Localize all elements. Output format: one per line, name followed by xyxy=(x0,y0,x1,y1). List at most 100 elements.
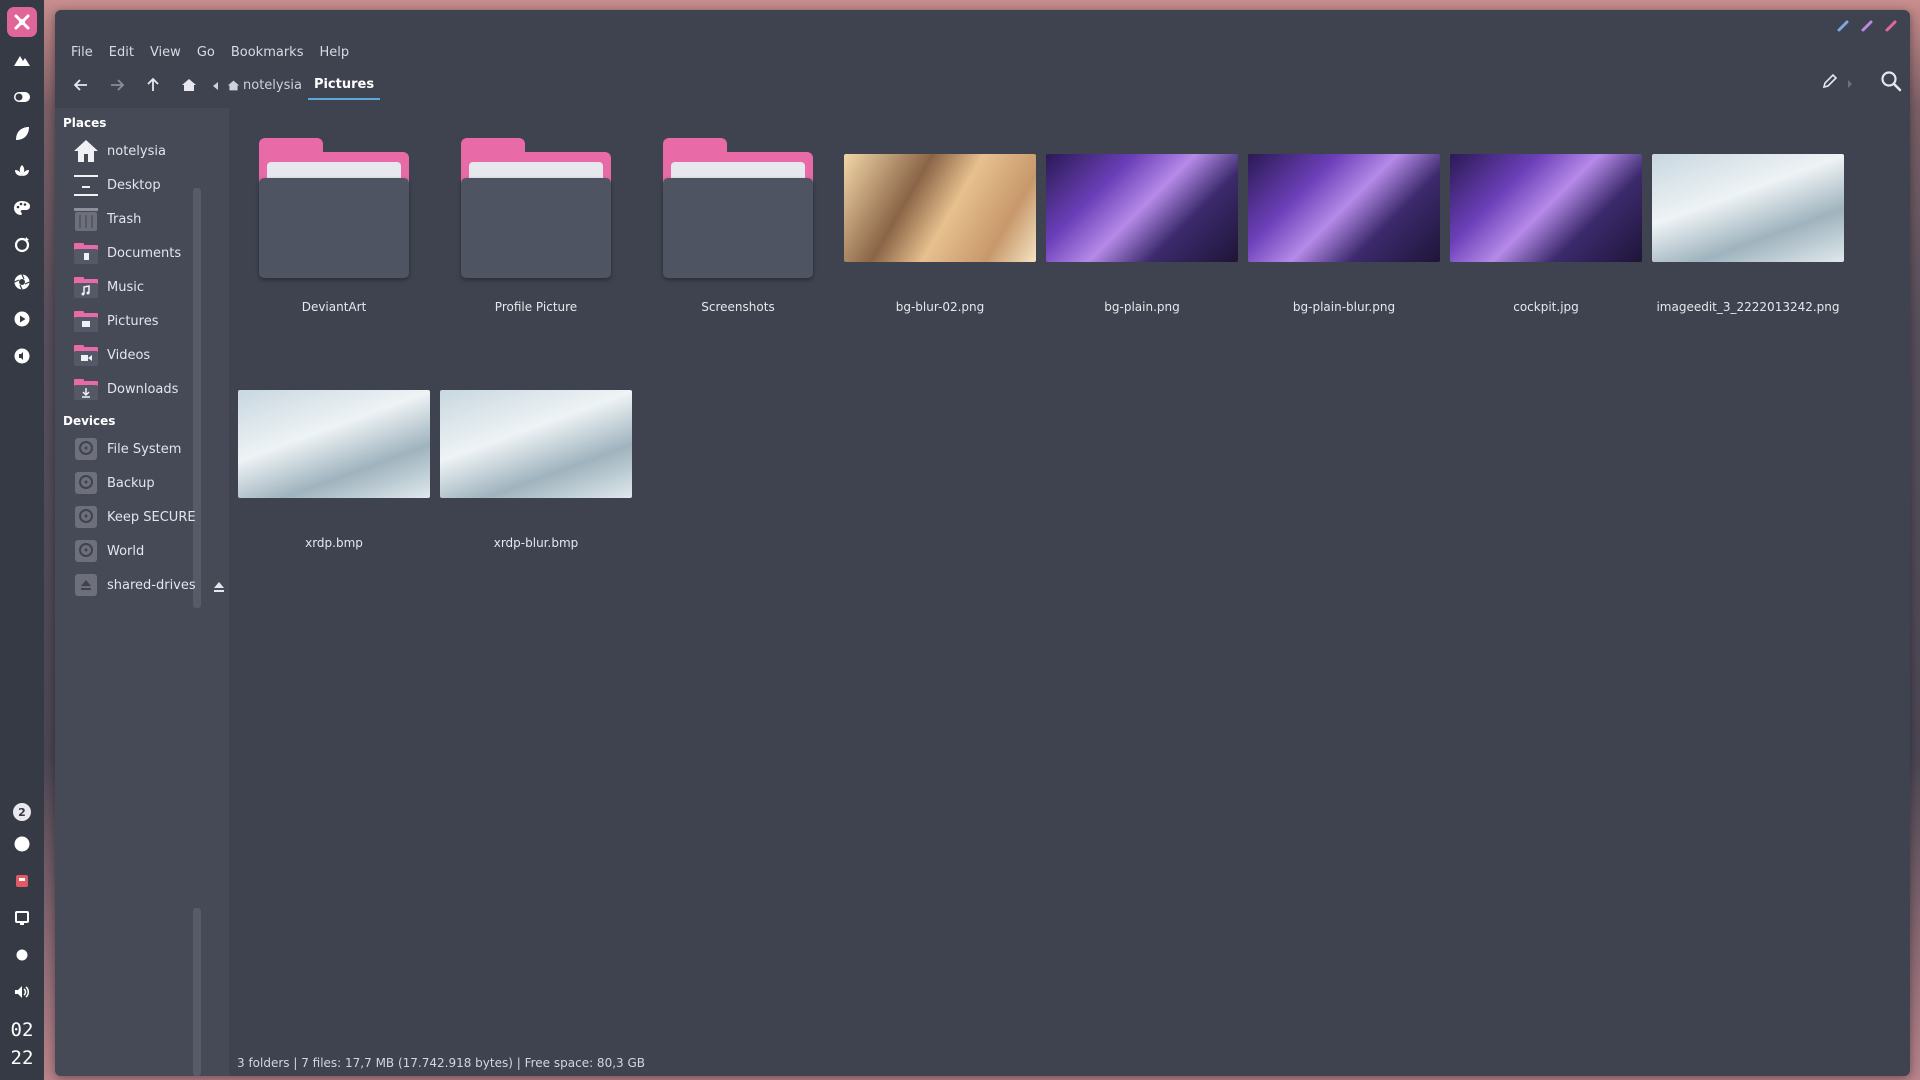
toolbar: notelysia Pictures xyxy=(55,64,1910,106)
sidebar-item-shared-drives[interactable]: shared-drives xyxy=(55,568,229,602)
file-item-image[interactable]: xrdp-blur.bmp xyxy=(439,364,633,584)
volume-icon[interactable] xyxy=(8,978,36,1006)
leaf-icon[interactable] xyxy=(8,120,36,148)
maximize-icon[interactable] xyxy=(1860,18,1874,32)
menu-edit[interactable]: Edit xyxy=(101,45,142,60)
home-icon xyxy=(73,138,99,164)
menu-view[interactable]: View xyxy=(142,45,189,60)
monitor-icon[interactable] xyxy=(8,904,36,932)
sidebar-item-home[interactable]: notelysia xyxy=(55,134,229,168)
sidebar-item-label: Pictures xyxy=(107,313,159,329)
sidebar-item-label: Videos xyxy=(107,347,151,363)
sidebar-item-backup[interactable]: Backup xyxy=(55,466,229,500)
sidebar-item-downloads[interactable]: Downloads xyxy=(55,372,229,406)
titlebar[interactable] xyxy=(55,10,1910,40)
image-thumbnail xyxy=(1046,154,1238,262)
tray-app-icon[interactable] xyxy=(8,867,36,895)
file-item-folder[interactable]: Profile Picture xyxy=(439,128,633,348)
menu-help[interactable]: Help xyxy=(311,45,357,60)
menu-file[interactable]: File xyxy=(63,45,101,60)
eject-icon[interactable] xyxy=(213,578,225,592)
breadcrumb-left-arrow-icon[interactable] xyxy=(211,76,221,95)
file-item-folder[interactable]: Screenshots xyxy=(641,128,835,348)
sidebar-item-documents[interactable]: Documents xyxy=(55,236,229,270)
sidebar-item-world[interactable]: World xyxy=(55,534,229,568)
file-name: Profile Picture xyxy=(494,300,578,314)
downloads-folder-icon xyxy=(73,376,99,402)
file-name: Screenshots xyxy=(701,300,775,314)
sidebar-item-label: Keep SECURE xyxy=(107,509,196,525)
dot-icon[interactable] xyxy=(8,941,36,969)
sidebar-item-label: Music xyxy=(107,279,144,295)
sidebar-item-keep-secure[interactable]: Keep SECURE xyxy=(55,500,229,534)
file-view[interactable]: DeviantArt Profile Picture Screenshots b… xyxy=(229,108,1910,1076)
arrow-left-icon xyxy=(73,79,87,91)
aperture-icon[interactable] xyxy=(8,268,36,296)
clock-minute: 22 xyxy=(10,1047,34,1069)
play-icon[interactable] xyxy=(8,305,36,333)
folder-icon xyxy=(663,138,813,278)
breadcrumb: notelysia Pictures xyxy=(211,70,381,100)
circle-icon[interactable] xyxy=(8,830,36,858)
search-icon[interactable] xyxy=(1880,70,1902,96)
image-thumbnail xyxy=(440,390,632,498)
sidebar-item-label: Downloads xyxy=(107,381,179,397)
file-name: DeviantArt xyxy=(301,300,367,314)
file-item-image[interactable]: imageedit_3_2222013242.png xyxy=(1651,128,1845,348)
edit-location-icon[interactable] xyxy=(1822,73,1838,93)
file-item-image[interactable]: xrdp.bmp xyxy=(237,364,431,584)
file-name: cockpit.jpg xyxy=(1513,300,1579,314)
close-icon[interactable] xyxy=(1884,18,1898,32)
sidebar-item-filesystem[interactable]: File System xyxy=(55,432,229,466)
palette-icon[interactable] xyxy=(8,194,36,222)
audio-icon[interactable] xyxy=(8,342,36,370)
toggle-icon[interactable] xyxy=(8,83,36,111)
sidebar-item-label: World xyxy=(107,543,145,559)
music-folder-icon xyxy=(73,274,99,300)
sidebar-item-label: shared-drives xyxy=(107,577,196,593)
breadcrumb-current[interactable]: Pictures xyxy=(307,70,381,100)
sidebar-item-desktop[interactable]: Desktop xyxy=(55,168,229,202)
file-item-image[interactable]: bg-plain-blur.png xyxy=(1247,128,1441,348)
sidebar-item-label: notelysia xyxy=(107,143,166,159)
breadcrumb-home[interactable]: notelysia xyxy=(221,70,308,100)
lotus-icon[interactable] xyxy=(8,157,36,185)
image-thumbnail xyxy=(844,154,1036,262)
file-item-image[interactable]: cockpit.jpg xyxy=(1449,128,1643,348)
drive-icon xyxy=(73,436,99,462)
sidebar-item-label: File System xyxy=(107,441,182,457)
file-item-image[interactable]: bg-plain.png xyxy=(1045,128,1239,348)
breadcrumb-home-label: notelysia xyxy=(243,77,302,93)
up-button[interactable] xyxy=(135,70,171,100)
decorative-sword-lower xyxy=(193,908,201,1076)
file-name: xrdp.bmp xyxy=(305,536,363,550)
sidebar-item-pictures[interactable]: Pictures xyxy=(55,304,229,338)
pictures-folder-icon xyxy=(73,308,99,334)
menu-go[interactable]: Go xyxy=(189,45,223,60)
app-logo-icon[interactable] xyxy=(7,7,37,37)
sidebar-item-music[interactable]: Music xyxy=(55,270,229,304)
image-thumbnail xyxy=(1652,154,1844,262)
desktop-icon xyxy=(73,172,99,198)
sidebar-item-label: Desktop xyxy=(107,177,161,193)
back-button[interactable] xyxy=(63,70,99,100)
refresh-icon[interactable] xyxy=(8,231,36,259)
sidebar-item-trash[interactable]: Trash xyxy=(55,202,229,236)
mountain-icon[interactable] xyxy=(8,46,36,74)
network-drive-icon xyxy=(73,572,99,598)
home-button[interactable] xyxy=(171,70,207,100)
drive-icon xyxy=(73,538,99,564)
drive-icon xyxy=(73,470,99,496)
workspace-indicator[interactable]: 2 xyxy=(13,803,31,821)
file-item-folder[interactable]: DeviantArt xyxy=(237,128,431,348)
menu-bookmarks[interactable]: Bookmarks xyxy=(223,45,312,60)
file-item-image[interactable]: bg-blur-02.png xyxy=(843,128,1037,348)
drive-icon xyxy=(73,504,99,530)
file-name: bg-plain.png xyxy=(1104,300,1180,314)
forward-button[interactable] xyxy=(99,70,135,100)
left-dock: 2 02 22 xyxy=(0,0,44,1080)
sidebar-item-videos[interactable]: Videos xyxy=(55,338,229,372)
status-bar: 3 folders | 7 files: 17,7 MB (17.742.918… xyxy=(237,1056,645,1070)
home-icon xyxy=(182,79,196,91)
minimize-icon[interactable] xyxy=(1836,18,1850,32)
